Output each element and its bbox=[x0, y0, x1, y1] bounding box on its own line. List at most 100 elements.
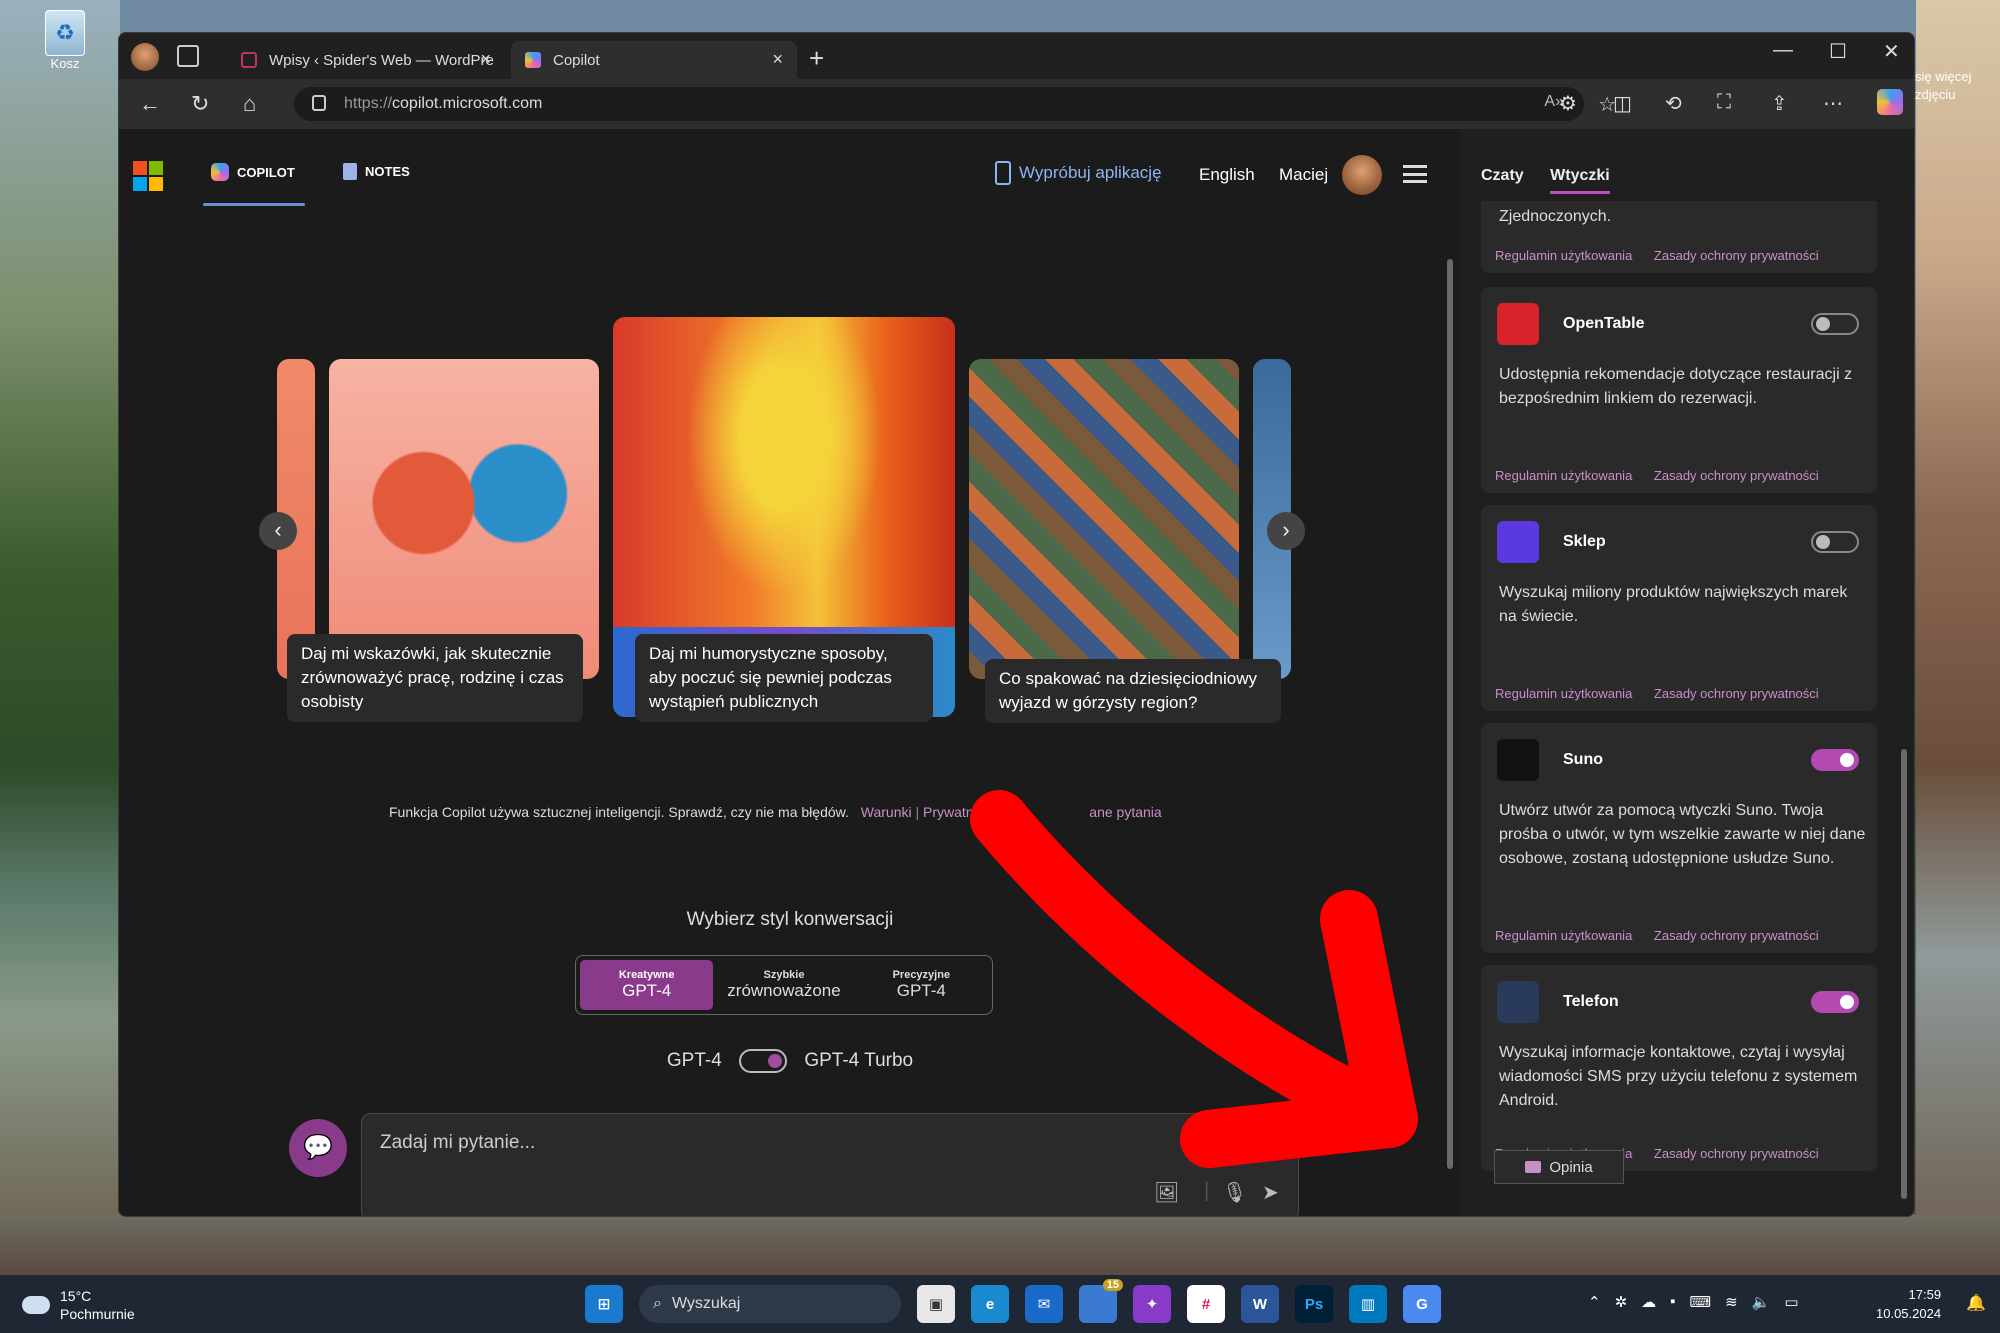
share-icon[interactable]: ⇪ bbox=[1771, 91, 1788, 116]
onedrive-icon[interactable]: ☁ bbox=[1641, 1293, 1656, 1311]
gpt-turbo-toggle[interactable] bbox=[739, 1049, 788, 1073]
tab-notes-label: NOTES bbox=[365, 164, 410, 179]
carousel-prev-button[interactable]: ‹ bbox=[259, 512, 297, 550]
sidebar-scrollbar[interactable] bbox=[1899, 229, 1909, 1209]
notification-bell-icon[interactable]: 🔔 bbox=[1966, 1293, 1986, 1313]
privacy-link[interactable]: Zasady ochrony prywatności bbox=[1654, 686, 1819, 701]
wifi-icon[interactable]: ≋ bbox=[1725, 1293, 1738, 1311]
profile-avatar[interactable] bbox=[131, 43, 159, 71]
privacy-link[interactable]: Zasady ochrony prywatności bbox=[1654, 248, 1819, 263]
close-tab-icon[interactable]: × bbox=[772, 49, 783, 70]
plugin-links: Regulamin użytkowania Zasady ochrony pry… bbox=[1495, 686, 1837, 701]
defender-icon[interactable]: ▪ bbox=[1670, 1293, 1675, 1311]
url-field[interactable]: https://copilot.microsoft.com A» ☆ bbox=[294, 87, 1616, 121]
task-view-icon[interactable]: ▣ bbox=[917, 1285, 955, 1323]
recycle-bin-label: Kosz bbox=[50, 56, 80, 71]
tab-bar: Wpisy ‹ Spider's Web — WordPre × Copilot… bbox=[119, 33, 1914, 79]
home-icon[interactable]: ⌂ bbox=[243, 91, 256, 117]
store-icon[interactable]: 15 bbox=[1079, 1279, 1123, 1323]
carousel-card-packing[interactable] bbox=[969, 359, 1239, 679]
desktop-info-line1: się więcej bbox=[1915, 69, 1972, 84]
tab-chats[interactable]: Czaty bbox=[1481, 167, 1524, 184]
taskbar-apps: ⊞ ⌕ Wyszukaj ▣ e ✉ 15 ✦ # W Ps ▥ G bbox=[585, 1279, 1441, 1323]
privacy-link[interactable]: Zasady ochrony prywatności bbox=[1654, 1146, 1819, 1161]
clock-date: 10.05.2024 bbox=[1876, 1306, 1942, 1321]
extensions-icon[interactable]: ⚙ bbox=[1559, 91, 1577, 116]
plugin-description: Wyszukaj informacje kontaktowe, czytaj i… bbox=[1499, 1044, 1858, 1109]
tab-plugins[interactable]: Wtyczki bbox=[1550, 167, 1610, 184]
style-creative-button[interactable]: Kreatywne GPT-4 bbox=[580, 960, 714, 1010]
terms-link[interactable]: Regulamin użytkowania bbox=[1495, 928, 1632, 943]
clock-time: 17:59 bbox=[1908, 1287, 1942, 1302]
carousel-caption[interactable]: Daj mi humorystyczne sposoby, aby poczuć… bbox=[635, 634, 933, 722]
close-window-button[interactable]: ✕ bbox=[1883, 39, 1900, 64]
terms-link[interactable]: Warunki bbox=[861, 804, 912, 820]
microsoft-logo-icon[interactable] bbox=[133, 161, 163, 191]
tab-notes-nav[interactable]: NOTES bbox=[343, 163, 410, 180]
recycle-bin[interactable]: ♻ Kosz bbox=[38, 10, 92, 71]
system-tray: ⌃ ✲ ☁ ▪ ⌨ ≋ 🔈 ▭ bbox=[1588, 1293, 1799, 1311]
privacy-link[interactable]: Zasady ochrony prywatności bbox=[1654, 928, 1819, 943]
start-icon[interactable]: ⊞ bbox=[585, 1285, 623, 1323]
chevron-up-icon[interactable]: ⌃ bbox=[1588, 1293, 1601, 1311]
new-tab-button[interactable]: + bbox=[809, 43, 824, 74]
plugin-name: Suno bbox=[1563, 751, 1603, 768]
tab-copilot[interactable]: Copilot × bbox=[511, 41, 797, 79]
translate-icon[interactable]: G bbox=[1403, 1285, 1441, 1323]
plugin-toggle[interactable] bbox=[1811, 531, 1859, 553]
screenshot-icon[interactable]: ⛶ bbox=[1717, 91, 1731, 114]
user-avatar[interactable] bbox=[1342, 155, 1382, 195]
feedback-button[interactable]: Opinia bbox=[1494, 1150, 1624, 1184]
lock-icon[interactable] bbox=[312, 95, 326, 111]
slack-icon[interactable]: # bbox=[1187, 1285, 1225, 1323]
trello-icon[interactable]: ▥ bbox=[1349, 1285, 1387, 1323]
carousel-card-work-balance[interactable] bbox=[329, 359, 599, 679]
carousel-next-button[interactable]: › bbox=[1267, 512, 1305, 550]
gpt4-label: GPT-4 bbox=[666, 1050, 722, 1072]
terms-link[interactable]: Regulamin użytkowania bbox=[1495, 248, 1632, 263]
tray-app-icon[interactable]: ✲ bbox=[1615, 1293, 1628, 1311]
taskbar-search[interactable]: ⌕ Wyszukaj bbox=[639, 1285, 901, 1323]
terms-link[interactable]: Regulamin użytkowania bbox=[1495, 468, 1632, 483]
tab-wordpress[interactable]: Wpisy ‹ Spider's Web — WordPre × bbox=[227, 41, 505, 79]
minimize-button[interactable]: — bbox=[1773, 39, 1793, 62]
new-topic-button[interactable]: 💬 bbox=[289, 1119, 347, 1177]
user-name[interactable]: Maciej bbox=[1279, 165, 1328, 185]
split-screen-icon[interactable]: ◫ bbox=[1613, 91, 1632, 116]
tab-copilot-nav[interactable]: COPILOT bbox=[203, 163, 305, 206]
style-balanced-button[interactable]: Szybkie zrównoważone bbox=[717, 960, 850, 1010]
clock[interactable]: 17:59 10.05.2024 bbox=[1876, 1285, 1941, 1323]
plugin-toggle[interactable] bbox=[1811, 991, 1859, 1013]
plugin-toggle[interactable] bbox=[1811, 313, 1859, 335]
language-selector[interactable]: English bbox=[1199, 165, 1255, 185]
messenger-icon[interactable]: ✦ bbox=[1133, 1285, 1171, 1323]
plugin-toggle[interactable] bbox=[1811, 749, 1859, 771]
try-app-link[interactable]: Wypróbuj aplikację bbox=[995, 161, 1162, 185]
back-icon[interactable]: ← bbox=[139, 91, 161, 117]
weather-widget[interactable]: 15°C Pochmurnie bbox=[22, 1287, 135, 1323]
plugin-name: OpenTable bbox=[1563, 315, 1645, 332]
history-icon[interactable]: ⟲ bbox=[1665, 91, 1682, 116]
carousel-caption[interactable]: Daj mi wskazówki, jak skutecznie zrównow… bbox=[287, 634, 583, 722]
taskbar: 15°C Pochmurnie ⊞ ⌕ Wyszukaj ▣ e ✉ 15 ✦ … bbox=[0, 1275, 2000, 1333]
word-icon[interactable]: W bbox=[1241, 1285, 1279, 1323]
battery-icon[interactable]: ▭ bbox=[1784, 1293, 1798, 1311]
more-options-icon[interactable]: ⋯ bbox=[1823, 91, 1843, 116]
close-tab-icon[interactable]: × bbox=[480, 49, 491, 70]
maximize-button[interactable]: ☐ bbox=[1829, 39, 1847, 64]
volume-icon[interactable]: 🔈 bbox=[1752, 1293, 1771, 1311]
photoshop-icon[interactable]: Ps bbox=[1295, 1285, 1333, 1323]
terms-link[interactable]: Regulamin użytkowania bbox=[1495, 686, 1632, 701]
copilot-favicon-icon bbox=[525, 52, 541, 68]
desktop-info-text[interactable]: się więcej zdjęciu bbox=[1915, 68, 1971, 104]
privacy-link[interactable]: Zasady ochrony prywatności bbox=[1654, 468, 1819, 483]
keyboard-icon[interactable]: ⌨ bbox=[1689, 1293, 1711, 1311]
refresh-icon[interactable]: ↻ bbox=[191, 91, 209, 117]
workspaces-icon[interactable] bbox=[177, 45, 199, 67]
edge-icon[interactable]: e bbox=[971, 1285, 1009, 1323]
carousel-caption[interactable]: Co spakować na dziesięciodniowy wyjazd w… bbox=[985, 659, 1281, 723]
feedback-label: Opinia bbox=[1549, 1158, 1593, 1176]
copilot-sidebar-icon[interactable] bbox=[1877, 89, 1903, 115]
menu-icon[interactable] bbox=[1403, 165, 1427, 183]
outlook-icon[interactable]: ✉ bbox=[1025, 1285, 1063, 1323]
